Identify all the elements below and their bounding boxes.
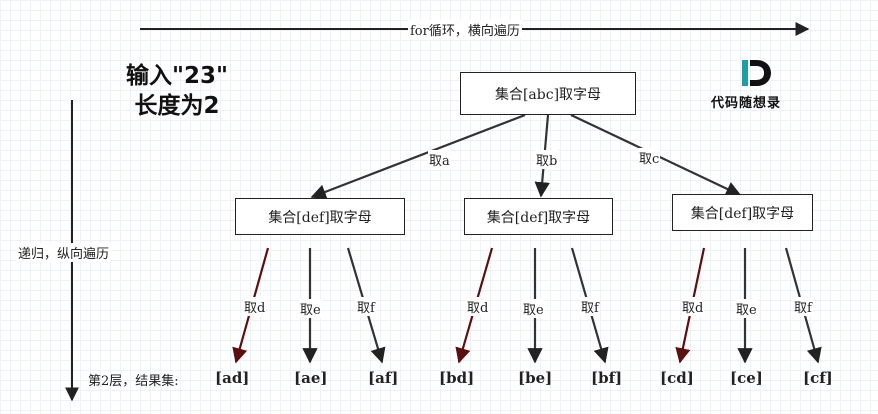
result-bd: [bd]	[439, 369, 475, 387]
edge-label-a: 取a	[428, 150, 451, 169]
leaf-edge-label-ad: 取d	[243, 297, 267, 316]
leaf-edge-label-cf: 取f	[793, 297, 813, 316]
leaf-edge-label-ce: 取e	[735, 299, 758, 318]
edge-label-c: 取c	[638, 148, 661, 167]
root-node: 集合[abc]取字母	[460, 72, 636, 115]
result-cd: [cd]	[660, 369, 694, 387]
leaf-edge-label-af: 取f	[356, 297, 376, 316]
edge-root-a	[310, 113, 526, 200]
result-be: [be]	[518, 369, 553, 387]
logo-icon	[735, 58, 775, 88]
leaf-edge-label-be: 取e	[522, 299, 545, 318]
leaf-edge-label-cd: 取d	[681, 297, 705, 316]
title-block: 输入"23" 长度为2	[112, 61, 242, 121]
result-ce: [ce]	[730, 369, 763, 387]
vertical-traversal-label: 递归，纵向遍历	[16, 243, 112, 262]
edge-label-b: 取b	[535, 150, 559, 169]
result-ae: [ae]	[294, 369, 328, 387]
level1-node-c: 集合[def]取字母	[672, 194, 813, 231]
result-caption: 第2层，结果集:	[88, 374, 179, 389]
result-bf: [bf]	[591, 369, 623, 387]
title-line-1: 输入"23"	[126, 63, 228, 89]
result-ad: [ad]	[215, 369, 250, 387]
level1-node-b: 集合[def]取字母	[464, 198, 613, 235]
title-line-2: 长度为2	[134, 93, 220, 119]
leaf-edge-label-bd: 取d	[466, 297, 490, 316]
level1-node-a: 集合[def]取字母	[235, 198, 405, 235]
leaf-edge-label-bf: 取f	[580, 297, 600, 316]
result-af: [af]	[368, 369, 399, 387]
leaf-edge-label-ae: 取e	[299, 299, 322, 318]
result-cf: [cf]	[803, 369, 833, 387]
logo-text: 代码随想录	[711, 96, 782, 111]
horizontal-traversal-label: for循环，横向遍历	[408, 20, 522, 39]
